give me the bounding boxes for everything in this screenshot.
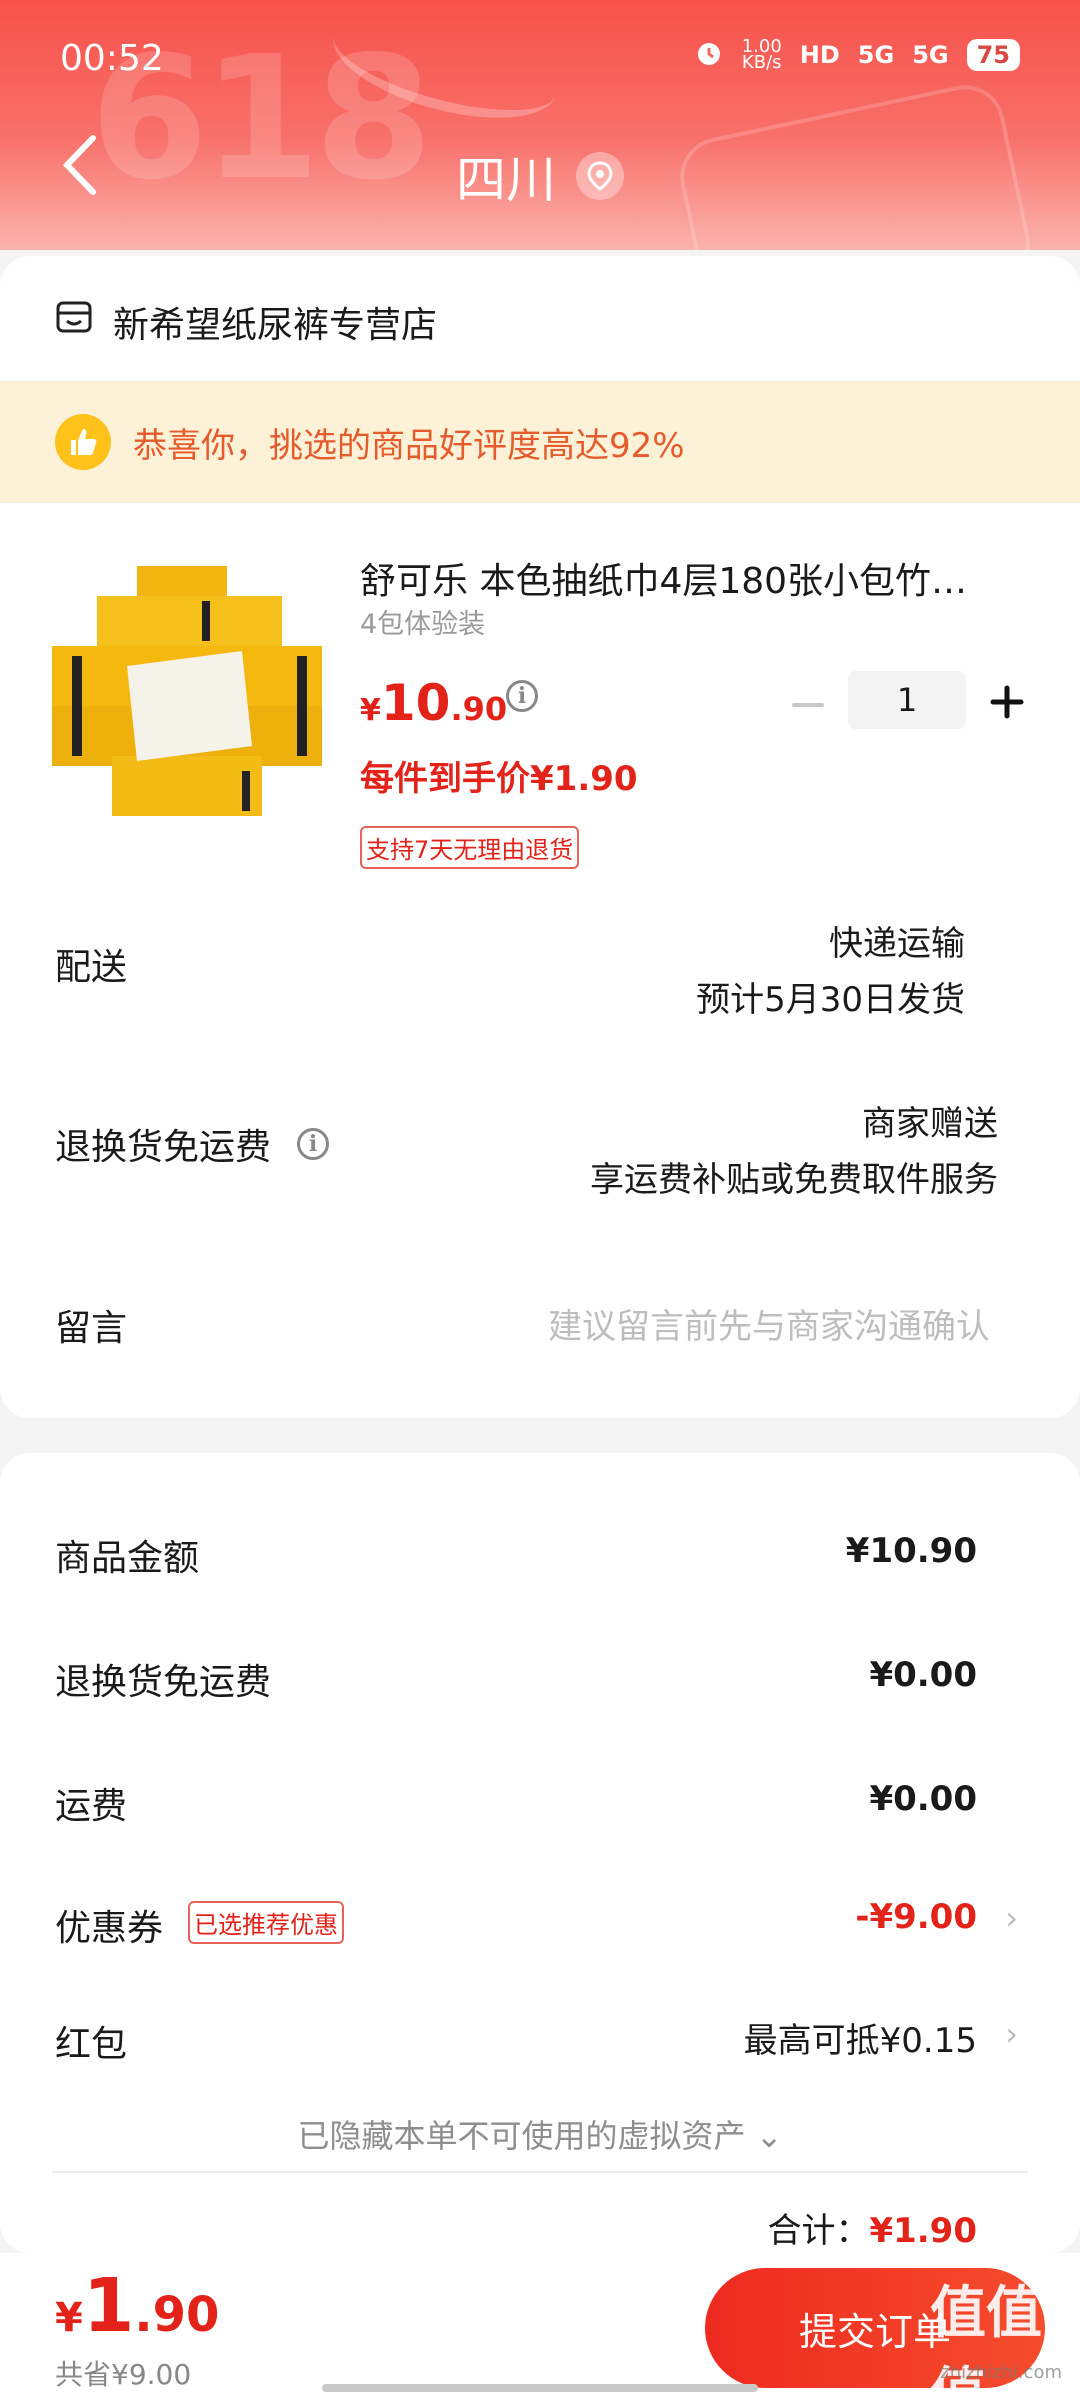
coupon-label: 优惠券	[55, 1908, 164, 1949]
praise-text: 恭喜你，挑选的商品好评度高达92%	[133, 425, 685, 466]
praise-banner: 恭喜你，挑选的商品好评度高达92%	[0, 381, 1080, 503]
price-summary-card: 商品金额 ¥10.90 退换货免运费 ¥0.00 运费 ¥0.00 优惠券 已选…	[0, 1453, 1080, 2253]
total-label: 合计：	[767, 2211, 870, 2251]
hidden-assets-toggle[interactable]: 已隐藏本单不可使用的虚拟资产 ⌄	[0, 2111, 1080, 2157]
chevron-down-icon: ⌄	[755, 2117, 783, 2155]
return-shipping-label: 退换货免运费	[55, 1127, 272, 1168]
product-spec[interactable]: 4包体验装	[360, 602, 485, 641]
goods-amount-label: 商品金额	[55, 1538, 200, 1579]
thumbs-up-icon	[55, 414, 111, 470]
return-shipping-row-label: 退换货免运费 i	[55, 1118, 330, 1170]
plus-icon	[990, 685, 1024, 719]
minus-icon	[792, 703, 824, 707]
location-selector[interactable]: 四川	[0, 140, 1080, 212]
redpacket-label: 红包	[55, 2024, 128, 2065]
unit-price: 每件到手价¥1.90	[360, 759, 638, 799]
redpacket-chevron-right-icon[interactable]: ›	[1005, 2015, 1018, 2053]
watermark-text: zhizhizhi.com	[940, 2362, 1062, 2383]
shop-row[interactable]: 新希望纸尿裤专营店	[55, 296, 437, 348]
location-name: 四川	[456, 151, 556, 209]
quantity-input[interactable]: 1	[848, 671, 966, 729]
divider	[52, 2171, 1028, 2173]
saved-amount: 共省¥9.00	[55, 2358, 192, 2391]
pay-amount: ¥ 1 .90	[55, 2263, 220, 2349]
home-indicator[interactable]	[322, 2384, 758, 2392]
price-info-icon[interactable]: i	[506, 680, 538, 712]
product-title[interactable]: 舒可乐 本色抽纸巾4层180张小包竹…	[360, 552, 1020, 604]
header: 618 00:52 1.00 KB/s HD 5G 5G 75 四川	[0, 0, 1080, 250]
delivery-eta: 预计5月30日发货	[696, 980, 965, 1020]
coupon-chevron-right-icon[interactable]: ›	[1005, 1899, 1018, 1937]
hd-indicator: HD	[799, 41, 840, 69]
shop-name: 新希望纸尿裤专营店	[113, 305, 438, 346]
coupon-badge: 已选推荐优惠	[188, 1901, 344, 1944]
return-shipping-info: 商家赠送 享运费补贴或免费取件服务	[590, 1096, 998, 1208]
coupon-value[interactable]: -¥9.00	[855, 1897, 977, 1937]
net-speed: 1.00 KB/s	[741, 36, 782, 73]
shop-icon	[55, 299, 93, 346]
return-fee-label: 退换货免运费	[55, 1662, 272, 1703]
signal-5g-2: 5G	[912, 41, 949, 69]
status-icons: 1.00 KB/s HD 5G 5G 75	[694, 38, 1020, 72]
delivery-method: 快递运输	[829, 924, 965, 964]
delivery-label: 配送	[55, 947, 128, 988]
status-time: 00:52	[60, 38, 164, 79]
total-value: ¥1.90	[869, 2211, 977, 2251]
delivery-info[interactable]: 快递运输 预计5月30日发货	[696, 916, 965, 1028]
return-shipping-desc: 享运费补贴或免费取件服务	[590, 1160, 998, 1200]
battery-indicator: 75	[966, 39, 1020, 71]
return-shipping-value: 商家赠送	[862, 1104, 998, 1144]
redpacket-value[interactable]: 最高可抵¥0.15	[744, 2013, 977, 2062]
shipping-fee-value: ¥0.00	[869, 1779, 977, 1819]
shipping-fee-label: 运费	[55, 1786, 128, 1827]
alarm-icon	[694, 38, 724, 72]
signal-5g-1: 5G	[857, 41, 895, 69]
goods-amount-value: ¥10.90	[845, 1531, 977, 1571]
order-item-card: 新希望纸尿裤专营店 恭喜你，挑选的商品好评度高达92% 舒可乐 本色抽纸巾4层1…	[0, 256, 1080, 1418]
quantity-decrease-button[interactable]	[786, 683, 830, 727]
order-total: 合计：¥1.90	[767, 2203, 977, 2252]
location-pin-icon	[576, 152, 624, 200]
product-price: ¥ 10 .90	[360, 674, 508, 732]
checkout-bar: ¥ 1 .90 共省¥9.00 提交订单	[0, 2253, 1080, 2400]
message-label: 留言	[55, 1308, 128, 1349]
message-input[interactable]: 建议留言前先与商家沟通确认	[548, 1299, 990, 1348]
return-policy-badge: 支持7天无理由退货	[360, 826, 580, 869]
quantity-increase-button[interactable]	[985, 680, 1029, 724]
return-shipping-info-icon[interactable]: i	[297, 1128, 330, 1160]
return-fee-value: ¥0.00	[869, 1655, 977, 1695]
product-image[interactable]	[52, 556, 327, 826]
